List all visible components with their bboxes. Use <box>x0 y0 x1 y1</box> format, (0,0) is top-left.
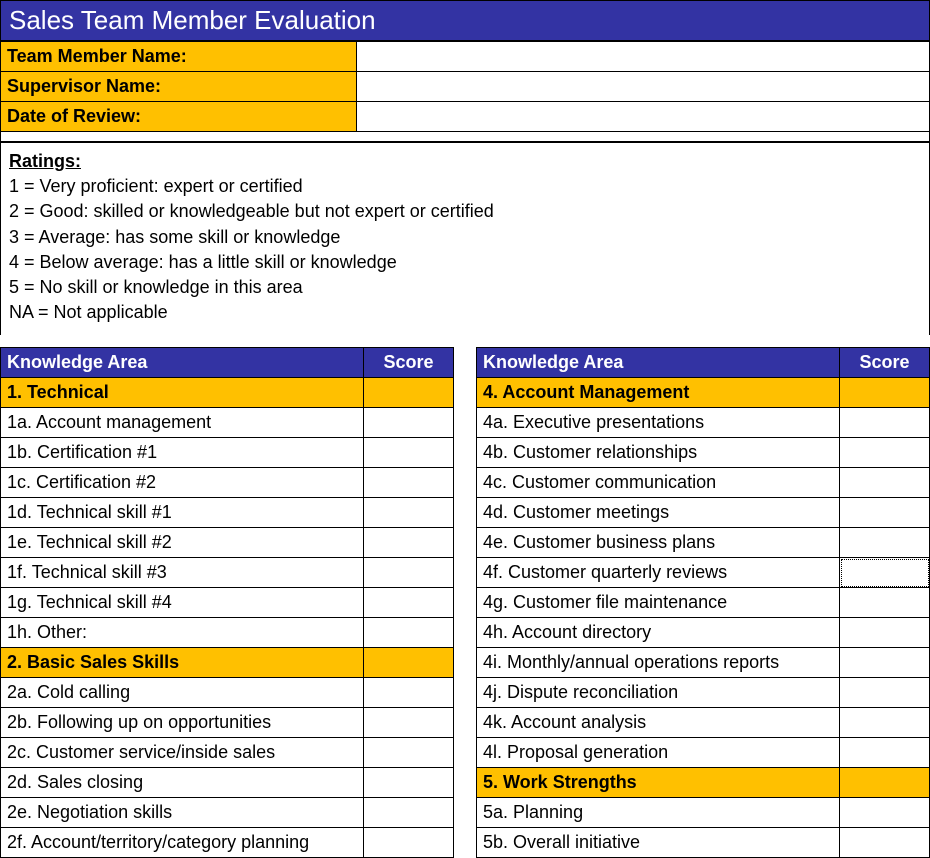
score-cell[interactable] <box>840 798 930 828</box>
item-label: 2d. Sales closing <box>1 768 364 798</box>
item-label: 4i. Monthly/annual operations reports <box>477 648 840 678</box>
item-label: 1e. Technical skill #2 <box>1 528 364 558</box>
item-label: 4a. Executive presentations <box>477 408 840 438</box>
knowledge-area-table-right: Knowledge Area Score 4. Account Manageme… <box>476 347 930 858</box>
date-of-review-label: Date of Review: <box>1 102 357 132</box>
ratings-line: 4 = Below average: has a little skill or… <box>9 250 921 275</box>
score-cell[interactable] <box>364 558 454 588</box>
ratings-box: Ratings: 1 = Very proficient: expert or … <box>0 142 930 335</box>
score-cell[interactable] <box>840 678 930 708</box>
item-label: 4b. Customer relationships <box>477 438 840 468</box>
score-cell[interactable] <box>840 528 930 558</box>
ratings-line: 1 = Very proficient: expert or certified <box>9 174 921 199</box>
item-label: 2a. Cold calling <box>1 678 364 708</box>
score-cell[interactable] <box>840 738 930 768</box>
item-label: 4l. Proposal generation <box>477 738 840 768</box>
score-cell[interactable] <box>364 768 454 798</box>
supervisor-name-value[interactable] <box>357 72 930 102</box>
item-label: 5a. Planning <box>477 798 840 828</box>
item-label: 2e. Negotiation skills <box>1 798 364 828</box>
supervisor-name-label: Supervisor Name: <box>1 72 357 102</box>
score-cell[interactable] <box>364 798 454 828</box>
date-of-review-value[interactable] <box>357 102 930 132</box>
ratings-line: NA = Not applicable <box>9 300 921 325</box>
score-cell[interactable] <box>364 618 454 648</box>
score-cell[interactable] <box>364 468 454 498</box>
item-label: 4j. Dispute reconciliation <box>477 678 840 708</box>
section-score-cell[interactable] <box>840 768 930 798</box>
col-header-area: Knowledge Area <box>477 348 840 378</box>
item-label: 2c. Customer service/inside sales <box>1 738 364 768</box>
spacer <box>0 132 930 142</box>
score-cell[interactable] <box>840 438 930 468</box>
score-cell[interactable] <box>840 708 930 738</box>
item-label: 1d. Technical skill #1 <box>1 498 364 528</box>
score-cell[interactable] <box>364 708 454 738</box>
item-label: 1h. Other: <box>1 618 364 648</box>
section-account-management: 4. Account Management <box>477 378 840 408</box>
score-cell[interactable] <box>364 528 454 558</box>
score-cell[interactable] <box>364 588 454 618</box>
score-cell[interactable] <box>840 648 930 678</box>
item-label: 4g. Customer file maintenance <box>477 588 840 618</box>
score-cell[interactable] <box>364 408 454 438</box>
page-title: Sales Team Member Evaluation <box>0 0 930 41</box>
item-label: 4h. Account directory <box>477 618 840 648</box>
section-basic-sales: 2. Basic Sales Skills <box>1 648 364 678</box>
item-label: 1g. Technical skill #4 <box>1 588 364 618</box>
score-cell[interactable] <box>364 498 454 528</box>
item-label: 1b. Certification #1 <box>1 438 364 468</box>
member-name-value[interactable] <box>357 42 930 72</box>
item-label: 1a. Account management <box>1 408 364 438</box>
item-label: 1c. Certification #2 <box>1 468 364 498</box>
col-header-score: Score <box>840 348 930 378</box>
info-table: Team Member Name: Supervisor Name: Date … <box>0 41 930 132</box>
item-label: 4d. Customer meetings <box>477 498 840 528</box>
right-column: Knowledge Area Score 4. Account Manageme… <box>476 347 930 858</box>
score-cell[interactable] <box>364 438 454 468</box>
score-cell[interactable] <box>840 498 930 528</box>
item-label: 4f. Customer quarterly reviews <box>477 558 840 588</box>
score-cell[interactable] <box>364 738 454 768</box>
section-score-cell[interactable] <box>364 648 454 678</box>
col-header-area: Knowledge Area <box>1 348 364 378</box>
col-header-score: Score <box>364 348 454 378</box>
item-label: 4k. Account analysis <box>477 708 840 738</box>
section-technical: 1. Technical <box>1 378 364 408</box>
section-work-strengths: 5. Work Strengths <box>477 768 840 798</box>
member-name-label: Team Member Name: <box>1 42 357 72</box>
score-cell[interactable] <box>840 588 930 618</box>
score-cell[interactable] <box>840 408 930 438</box>
ratings-line: 2 = Good: skilled or knowledgeable but n… <box>9 199 921 224</box>
score-cell[interactable] <box>364 678 454 708</box>
item-label: 2b. Following up on opportunities <box>1 708 364 738</box>
left-column: Knowledge Area Score 1. Technical 1a. Ac… <box>0 347 454 858</box>
score-cell[interactable] <box>840 468 930 498</box>
score-cell[interactable] <box>840 558 930 588</box>
item-label: 4c. Customer communication <box>477 468 840 498</box>
score-cell[interactable] <box>840 618 930 648</box>
ratings-line: 3 = Average: has some skill or knowledge <box>9 225 921 250</box>
ratings-line: 5 = No skill or knowledge in this area <box>9 275 921 300</box>
section-score-cell[interactable] <box>364 378 454 408</box>
knowledge-area-table-left: Knowledge Area Score 1. Technical 1a. Ac… <box>0 347 454 858</box>
item-label: 4e. Customer business plans <box>477 528 840 558</box>
ratings-heading: Ratings: <box>9 149 921 174</box>
section-score-cell[interactable] <box>840 378 930 408</box>
item-label: 1f. Technical skill #3 <box>1 558 364 588</box>
